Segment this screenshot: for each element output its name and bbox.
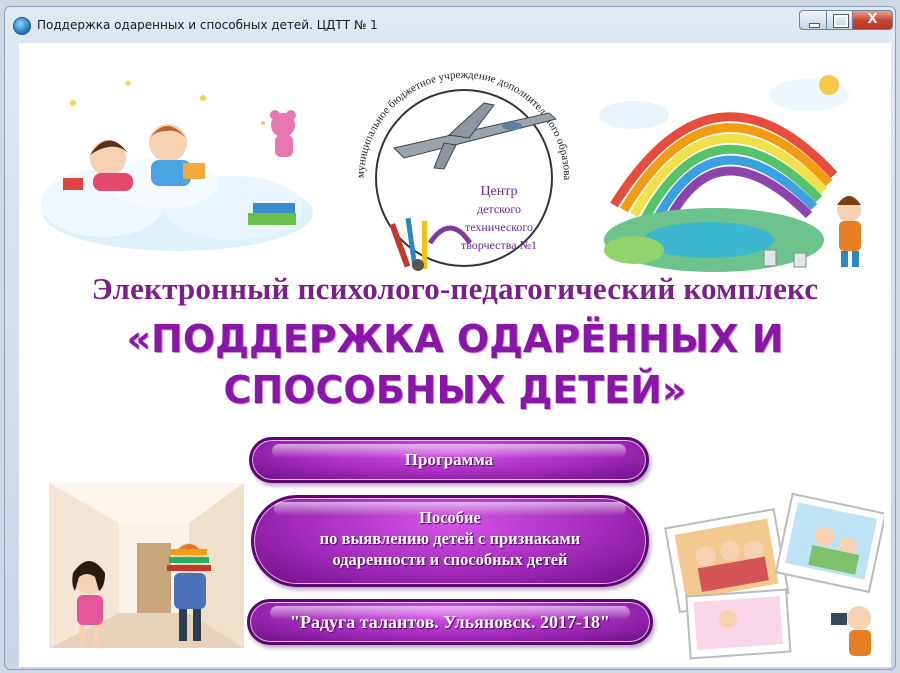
children-photos-illustration (664, 493, 884, 660)
raduga-talantov-button[interactable]: "Радуга талантов. Ульяновск. 2017-18" (247, 599, 653, 645)
button-gloss (270, 606, 630, 620)
hallway-kids-illustration (49, 483, 244, 648)
emblem-line-2: детского (477, 202, 521, 216)
page-title-line-2: СПОСОБНЫХ ДЕТЕЙ» (223, 368, 687, 412)
emblem-line-3: технического (465, 220, 533, 234)
rainbow-illustration (599, 75, 861, 272)
manual-button-line-3: одаренности и способных детей (332, 550, 568, 569)
program-button[interactable]: Программа (249, 437, 649, 483)
close-button[interactable]: X (853, 10, 893, 30)
emblem-line-4: творчества №1 (461, 238, 537, 252)
manual-button[interactable]: Пособие по выявлению детей с признаками … (251, 495, 649, 587)
manual-button-line-1: Пособие (419, 508, 481, 527)
manual-button-line-2: по выявлению детей с признаками (319, 529, 581, 548)
minimize-button[interactable] (799, 10, 827, 30)
emblem-line-1: Центр (480, 184, 517, 199)
kids-on-cloud-illustration (41, 80, 313, 251)
maximize-button[interactable] (827, 10, 853, 30)
app-window: Поддержка одаренных и способных детей. Ц… (4, 6, 896, 670)
school-emblem: муниципальное бюджетное учреждение допол… (334, 43, 573, 286)
close-icon: X (867, 12, 878, 27)
title-bar[interactable]: Поддержка одаренных и способных детей. Ц… (5, 7, 895, 41)
page-subtitle: Электронный психолого-педагогический ком… (91, 271, 819, 306)
app-globe-icon (13, 17, 31, 35)
window-title: Поддержка одаренных и способных детей. Ц… (37, 18, 378, 32)
page-title-line-1: «ПОДДЕРЖКА ОДАРЁННЫХ И (126, 317, 784, 361)
button-gloss (272, 444, 626, 458)
main-content: муниципальное бюджетное учреждение допол… (19, 43, 891, 667)
